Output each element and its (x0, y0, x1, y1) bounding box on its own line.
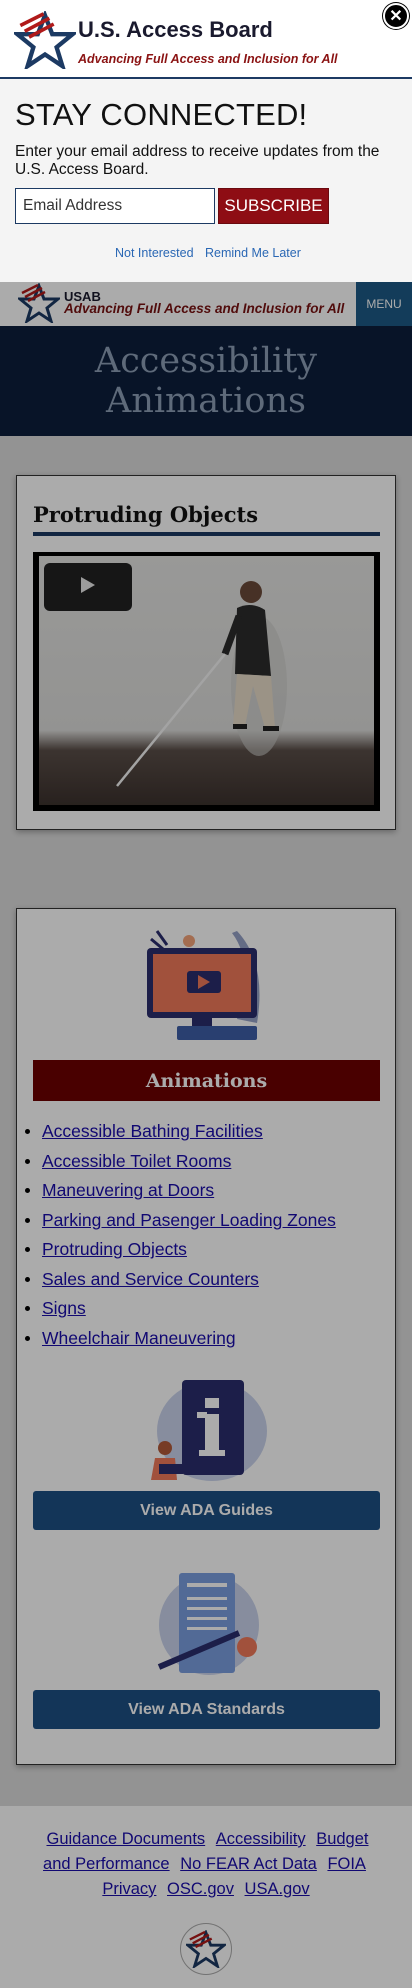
not-interested-link[interactable]: Not Interested (115, 246, 194, 260)
close-button[interactable]: ✕ (383, 3, 409, 29)
close-icon: ✕ (389, 8, 403, 25)
access-board-star-logo-icon (11, 9, 79, 74)
email-field[interactable] (15, 188, 215, 224)
modal-org-name: U.S. Access Board (78, 17, 273, 42)
modal-backdrop[interactable] (0, 0, 412, 1988)
subscribe-button[interactable]: SUBSCRIBE (218, 188, 329, 224)
remind-me-later-link[interactable]: Remind Me Later (205, 246, 301, 260)
modal-heading: STAY CONNECTED! (15, 97, 308, 132)
newsletter-modal: U.S. Access Board Advancing Full Access … (0, 0, 412, 282)
modal-tagline: Advancing Full Access and Inclusion for … (78, 52, 338, 66)
modal-brand-band: U.S. Access Board Advancing Full Access … (0, 0, 412, 79)
modal-description: Enter your email address to receive upda… (15, 143, 380, 178)
